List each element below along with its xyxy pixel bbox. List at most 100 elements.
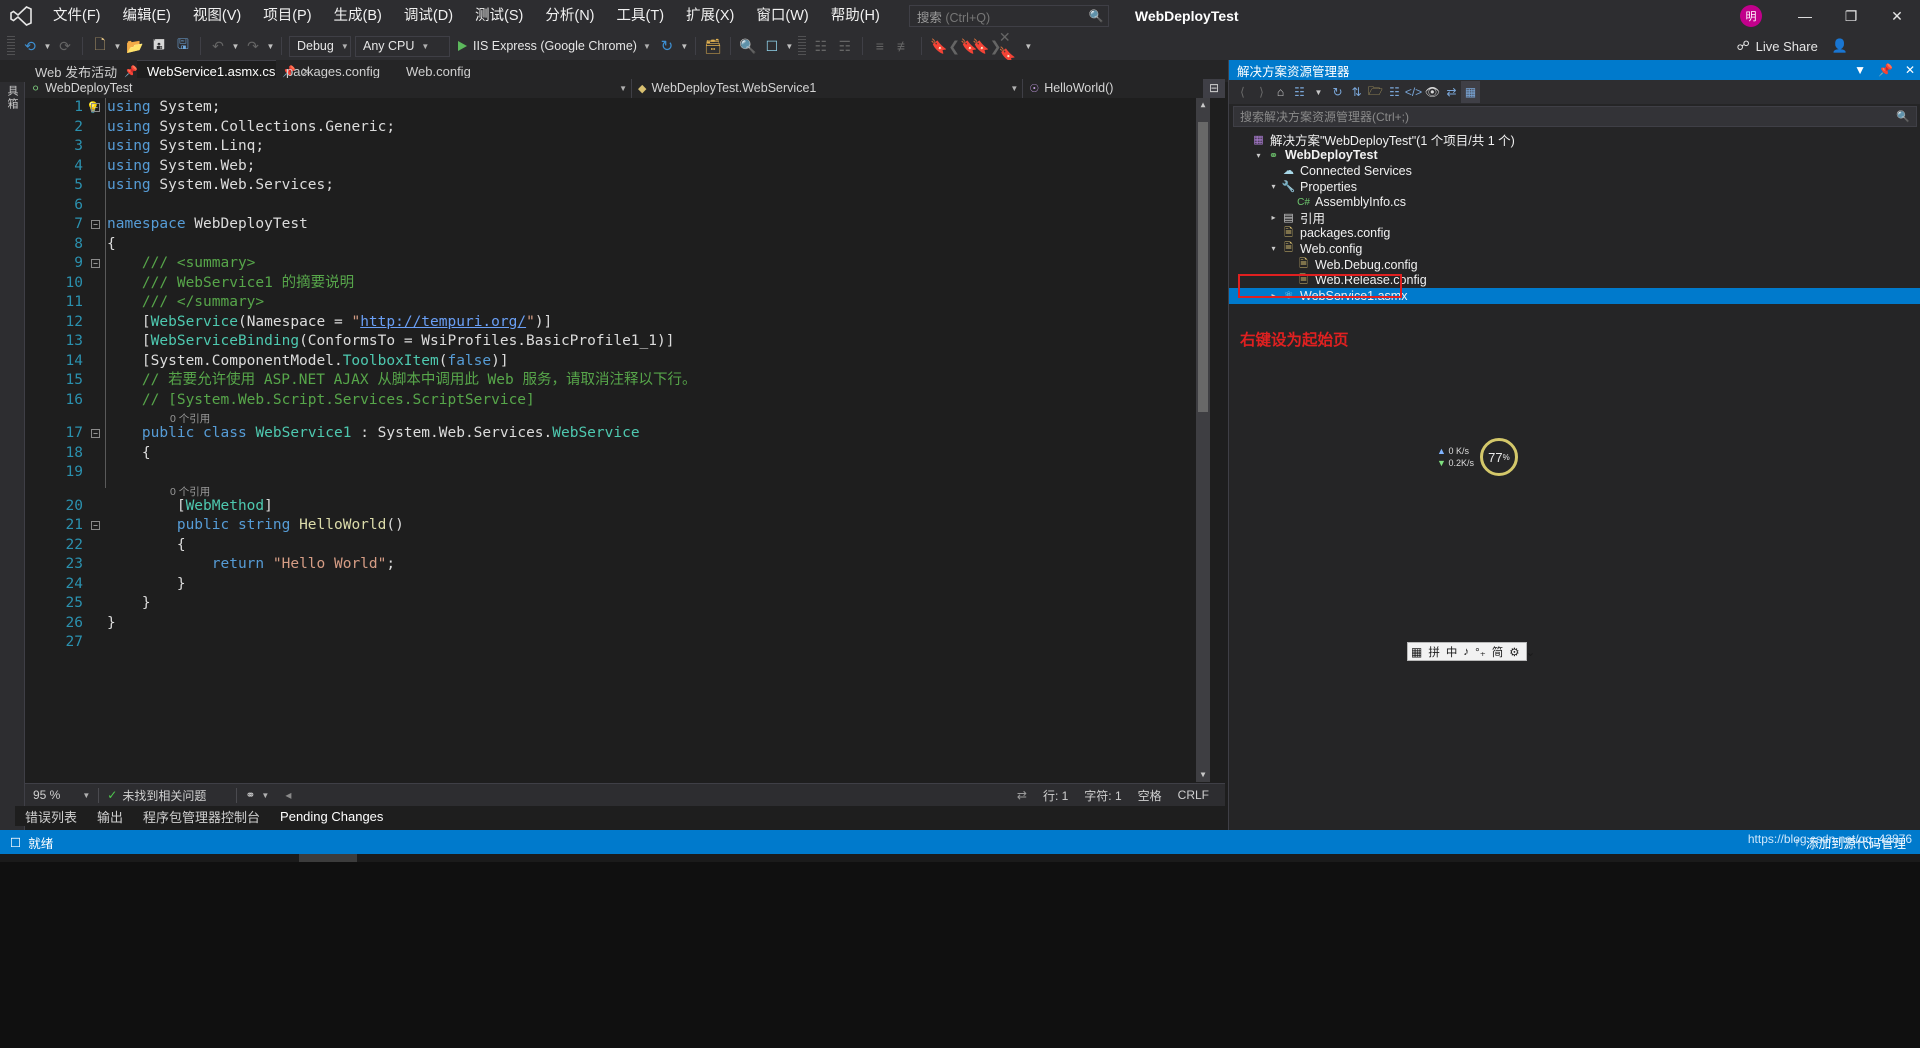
new-item-dropdown-icon[interactable]: ▼ (112, 34, 123, 58)
ime-sound-icon[interactable]: ♪ (1460, 646, 1472, 658)
pin-icon[interactable]: 📌 (1872, 63, 1899, 77)
search-icon[interactable]: 🔍 (1896, 110, 1910, 123)
menu-item-view[interactable]: 视图(V) (182, 0, 252, 32)
undo-dropdown-icon[interactable]: ▼ (230, 34, 241, 58)
tree-item-connected-services[interactable]: ☁ Connected Services (1229, 163, 1920, 179)
avatar[interactable]: 明 (1740, 5, 1762, 27)
codelens-reference[interactable]: 0 个引用 (25, 410, 1210, 425)
toolbar-overflow-icon[interactable]: ▼ (1023, 34, 1034, 58)
code-line[interactable]: 20 [WebMethod] (25, 497, 1210, 517)
restore-button[interactable]: ❐ (1828, 0, 1874, 32)
navigate-back-icon[interactable]: ⟲ (18, 34, 42, 58)
tree-item-web-config[interactable]: ▾ 🗎 Web.config (1229, 241, 1920, 257)
show-all-files-icon[interactable]: 🗁 (1366, 81, 1385, 103)
code-line[interactable]: 24 } (25, 575, 1210, 595)
split-editor-icon[interactable]: ⊟ (1203, 78, 1225, 98)
navbar-project-combo[interactable]: ⚪ WebDeployTest ▼ (25, 78, 632, 98)
minimize-button[interactable]: — (1782, 0, 1828, 32)
properties-window-icon[interactable]: ☷ (1385, 81, 1404, 103)
live-share-button[interactable]: ☍ Live Share 👤 (1736, 32, 1858, 60)
code-line[interactable]: 9− /// <summary> (25, 254, 1210, 274)
code-editor[interactable]: 1 💡 − using System; 2 using System.Collection… (25, 98, 1210, 782)
code-line[interactable]: 13 [WebServiceBinding(ConformsTo = WsiPr… (25, 332, 1210, 352)
bookmark-icon[interactable]: 🔖 (927, 34, 951, 58)
menu-item-file[interactable]: 文件(F) (42, 0, 112, 32)
scroll-down-icon[interactable]: ▼ (1196, 768, 1210, 782)
back-dropdown-icon[interactable]: ▼ (42, 34, 53, 58)
clear-bookmark-icon[interactable]: ✕🔖 (999, 29, 1023, 62)
ime-settings-icon[interactable]: ⚙ (1506, 645, 1522, 659)
ime-more-icon[interactable]: ⌄ (1523, 645, 1539, 659)
chevron-down-icon[interactable]: ▼ (1309, 81, 1328, 103)
code-line[interactable]: 25 } (25, 594, 1210, 614)
code-line[interactable]: 16 // [System.Web.Script.Services.Script… (25, 391, 1210, 411)
tab-pending-changes[interactable]: Pending Changes (270, 809, 393, 824)
ime-toolbar[interactable]: ▦ 拼 中 ♪ °₊ 简 ⚙ ⌄ (1407, 642, 1535, 661)
network-monitor-widget[interactable]: ▲ 0 K/s ▼ 0.2K/s 77% (1437, 437, 1532, 477)
share-person-icon[interactable]: 👤 (1832, 38, 1848, 54)
tree-item-packages-config[interactable]: 🗎 packages.config (1229, 226, 1920, 242)
collapse-all-icon[interactable]: ⇅ (1347, 81, 1366, 103)
editor-vertical-scrollbar[interactable]: ▲ ▼ (1196, 98, 1210, 782)
menu-item-project[interactable]: 项目(P) (252, 0, 322, 32)
tree-item-webservice1-asmx[interactable]: ▸ ⚛ WebService1.asmx (1229, 287, 1920, 304)
scroll-up-icon[interactable]: ▲ (1196, 98, 1210, 112)
tree-item-webdeploytest[interactable]: ▾ ⚭ WebDeployTest (1229, 148, 1920, 164)
tree-item-[interactable]: ▸ ▤ 引用 (1229, 210, 1920, 226)
new-item-icon[interactable]: 🗋 (88, 34, 112, 58)
scrollbar-thumb[interactable] (1198, 122, 1208, 412)
previous-bookmark-icon[interactable]: ❮🔖 (948, 34, 977, 58)
tree-twisty-icon[interactable]: ▸ (1267, 213, 1280, 222)
find-in-files-icon[interactable]: 🔍 (736, 34, 760, 58)
menu-item-analyze[interactable]: 分析(N) (534, 0, 605, 32)
code-line[interactable]: 4 using System.Web; (25, 157, 1210, 177)
code-line[interactable]: 14 [System.ComponentModel.ToolboxItem(fa… (25, 352, 1210, 372)
navigation-icon[interactable]: ⇄ (1009, 784, 1035, 807)
issue-filter-control[interactable]: ⚭ ▼ (237, 784, 277, 807)
increase-indent-icon[interactable]: ≢ (892, 34, 916, 58)
code-line[interactable]: 27 (25, 633, 1210, 653)
platform-combo[interactable]: Any CPU ▼ (355, 35, 450, 57)
tree-twisty-icon[interactable]: ▸ (1267, 291, 1280, 300)
code-line[interactable]: 19 (25, 463, 1210, 483)
codelens-reference[interactable]: 0 个引用 (25, 483, 1210, 498)
refresh-icon[interactable]: ↻ (655, 34, 679, 58)
solution-tree[interactable]: ▦ 解决方案"WebDeployTest"(1 个项目/共 1 个) ▾ ⚭ WebDe… (1229, 132, 1920, 830)
code-line[interactable]: 5 using System.Web.Services; (25, 176, 1210, 196)
comment-icon[interactable]: ☷ (809, 34, 833, 58)
chevron-down-icon[interactable]: ▼ (1848, 63, 1872, 77)
view-code-icon[interactable]: </> (1404, 81, 1423, 103)
code-line[interactable]: 2 using System.Collections.Generic; (25, 118, 1210, 138)
tree-item-web-release-config[interactable]: 🗎 Web.Release.config (1229, 272, 1920, 288)
tree-item-webdeploytest-1-1[interactable]: ▦ 解决方案"WebDeployTest"(1 个项目/共 1 个) (1229, 132, 1920, 148)
ime-mode-chinese[interactable]: 中 (1443, 644, 1461, 660)
tree-item-assemblyinfo-cs[interactable]: C# AssemblyInfo.cs (1229, 194, 1920, 210)
menu-item-debug[interactable]: 调试(D) (393, 0, 464, 32)
code-line[interactable]: 21− public string HelloWorld() (25, 516, 1210, 536)
code-line[interactable]: 22 { (25, 536, 1210, 556)
menu-item-tools[interactable]: 工具(T) (606, 0, 676, 32)
tab-package-manager[interactable]: 程序包管理器控制台 (133, 807, 270, 826)
ime-layout-icon[interactable]: ▦ (1408, 645, 1425, 659)
tab-error-list[interactable]: 错误列表 (15, 807, 87, 826)
issue-prev-button[interactable]: ◂ (277, 784, 299, 807)
code-line[interactable]: 6 (25, 196, 1210, 216)
code-line[interactable]: 12 [WebService(Namespace = "http://tempu… (25, 313, 1210, 333)
back-icon[interactable]: ⟨ (1233, 81, 1252, 103)
cpu-usage-ring[interactable]: 77% (1479, 438, 1518, 476)
code-line[interactable]: 8{ (25, 235, 1210, 255)
tree-twisty-icon[interactable]: ▾ (1267, 182, 1280, 191)
redo-icon[interactable]: ↷ (241, 34, 265, 58)
code-line[interactable]: 1 💡 − using System; (25, 98, 1210, 118)
spaces-indicator[interactable]: 空格 (1130, 784, 1170, 807)
open-file-icon[interactable]: 📂 (123, 34, 147, 58)
menu-item-build[interactable]: 生成(B) (323, 0, 393, 32)
menu-item-test[interactable]: 测试(S) (464, 0, 534, 32)
ime-simplified[interactable]: 简 (1489, 644, 1507, 660)
ime-mode-pinyin[interactable]: 拼 (1425, 644, 1443, 660)
next-bookmark-icon[interactable]: 🔖❯ (972, 34, 1001, 58)
save-icon[interactable]: 🖪 (147, 34, 171, 58)
navbar-member-combo[interactable]: ☉ HelloWorld() (1023, 78, 1204, 98)
sync-with-active-icon[interactable]: ⇄ (1442, 81, 1461, 103)
uncomment-icon[interactable]: ☶ (833, 34, 857, 58)
